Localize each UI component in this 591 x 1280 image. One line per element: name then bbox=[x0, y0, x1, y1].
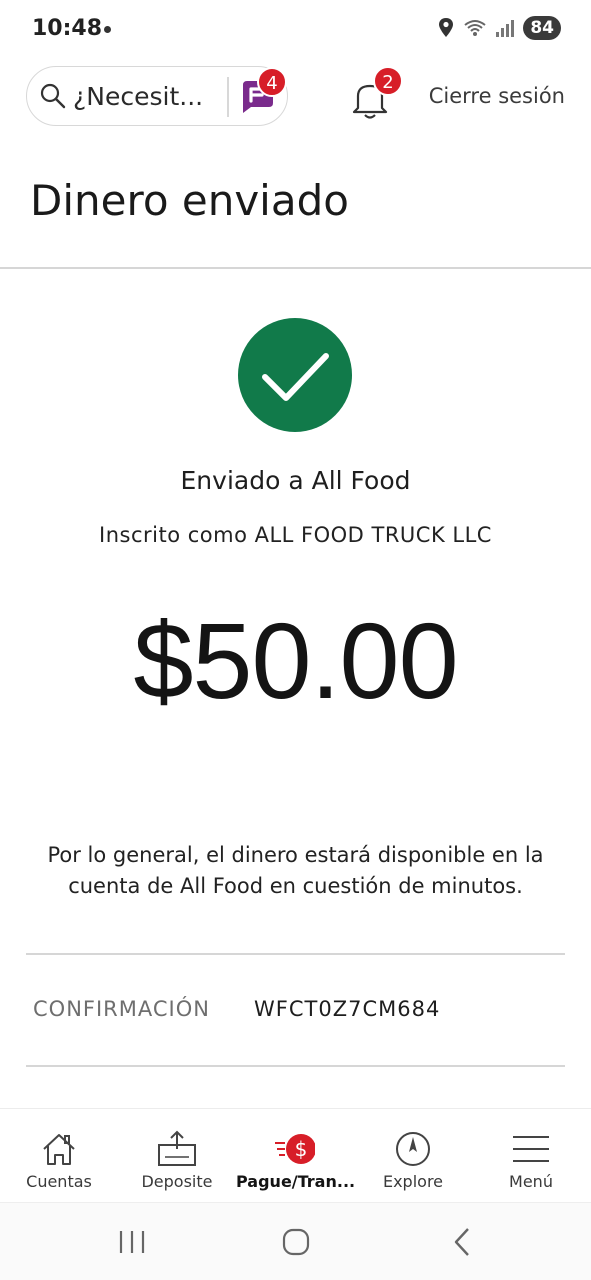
compass-icon bbox=[396, 1132, 430, 1166]
svg-text:$: $ bbox=[295, 1137, 308, 1161]
android-navigation-bar bbox=[0, 1202, 591, 1280]
enrolled-as-text: Inscrito como ALL FOOD TRUCK LLC bbox=[99, 523, 492, 547]
nav-item-explore[interactable]: Explore bbox=[354, 1109, 472, 1203]
menu-icon bbox=[513, 1136, 549, 1162]
fargo-badge: 4 bbox=[257, 67, 287, 97]
nav-label-pague-transfiera: Pague/Tran... bbox=[236, 1172, 356, 1191]
recents-icon[interactable] bbox=[117, 1225, 147, 1259]
nav-label-deposite: Deposite bbox=[141, 1172, 213, 1191]
status-bar: 10:48 84 bbox=[0, 0, 591, 60]
success-check-icon bbox=[238, 318, 352, 432]
bottom-navigation: Cuentas Deposite $ Pague/Tran... Explore bbox=[0, 1108, 591, 1202]
divider bbox=[26, 1065, 565, 1067]
deposit-icon bbox=[158, 1130, 196, 1166]
home-icon bbox=[43, 1134, 75, 1165]
battery-indicator: 84 bbox=[523, 16, 561, 40]
nav-item-deposite[interactable]: Deposite bbox=[118, 1109, 236, 1203]
logout-button[interactable]: Cierre sesión bbox=[429, 84, 565, 108]
signal-icon bbox=[496, 20, 515, 37]
nav-label-cuentas: Cuentas bbox=[26, 1172, 92, 1191]
status-icons: 84 bbox=[437, 16, 561, 40]
divider bbox=[26, 953, 565, 955]
wifi-icon bbox=[464, 20, 486, 36]
confirmation-number: WFCT0Z7CM684 bbox=[254, 997, 441, 1021]
nav-label-explore: Explore bbox=[382, 1172, 444, 1191]
pay-transfer-icon: $ bbox=[275, 1134, 315, 1164]
notification-dot-icon bbox=[104, 26, 111, 33]
page-title: Dinero enviado bbox=[30, 176, 349, 225]
back-icon[interactable] bbox=[448, 1225, 476, 1259]
search-input[interactable]: ¿Necesit... bbox=[73, 82, 233, 111]
pill-divider bbox=[227, 77, 229, 117]
amount-sent: $50.00 bbox=[133, 600, 458, 721]
confirmation-label: CONFIRMACIÓN bbox=[33, 997, 210, 1021]
home-circle-icon[interactable] bbox=[280, 1225, 314, 1259]
availability-message: Por lo general, el dinero estará disponi… bbox=[47, 843, 544, 898]
nav-label-menu: Menú bbox=[509, 1172, 553, 1191]
notifications-badge: 2 bbox=[373, 66, 403, 96]
status-time: 10:48 bbox=[32, 16, 103, 41]
search-icon bbox=[40, 83, 66, 109]
nav-item-pague-transfiera[interactable]: $ Pague/Tran... bbox=[236, 1109, 356, 1203]
app-header: ¿Necesit... 4 2 Cierre sesión bbox=[0, 66, 591, 128]
nav-item-cuentas[interactable]: Cuentas bbox=[0, 1109, 118, 1203]
nav-item-menu[interactable]: Menú bbox=[472, 1109, 590, 1203]
location-icon bbox=[439, 18, 454, 37]
title-divider bbox=[0, 267, 591, 269]
sent-to-text: Enviado a All Food bbox=[180, 466, 411, 495]
search-bar[interactable]: ¿Necesit... 4 bbox=[26, 66, 288, 126]
